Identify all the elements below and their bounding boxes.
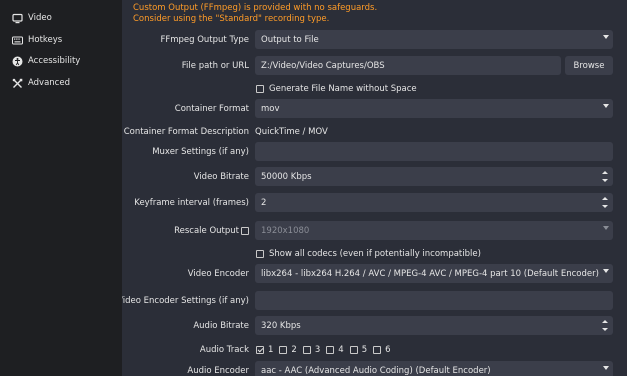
container-format-description-value: QuickTime / MOV [255, 127, 328, 137]
audio-track-2[interactable]: 2 [279, 345, 297, 355]
audio-track-5[interactable]: 5 [349, 345, 367, 355]
sidebar-item-label: Hotkeys [28, 35, 63, 45]
audio-track-6[interactable]: 6 [373, 345, 391, 355]
checkbox-box[interactable] [256, 85, 264, 93]
chevron-down-icon [603, 226, 609, 230]
chevron-down-icon [603, 366, 609, 370]
sidebar-item-advanced[interactable]: Advanced [12, 76, 70, 90]
keyboard-icon [12, 35, 23, 46]
sidebar-item-hotkeys[interactable]: Hotkeys [12, 33, 62, 47]
chevron-down-icon [603, 104, 609, 108]
video-encoder-select[interactable]: libx264 - libx264 H.264 / AVC / MPEG-4 A… [255, 264, 613, 283]
checkbox-box[interactable] [326, 346, 335, 354]
file-path-input[interactable]: Z:/Video/Video Captures/OBS [255, 56, 561, 75]
checkbox-box[interactable] [349, 346, 358, 354]
rescale-output-row: Rescale Output [174, 226, 249, 236]
audio-bitrate-spinbox[interactable]: 320 Kbps [255, 316, 613, 335]
video-bitrate-spinbox[interactable]: 50000 Kbps [255, 167, 613, 186]
wrench-screwdriver-icon [12, 78, 23, 89]
browse-button[interactable]: Browse [565, 56, 613, 75]
audio-track-3[interactable]: 3 [302, 345, 320, 355]
audio-track-label: Audio Track [199, 345, 249, 355]
audio-bitrate-label: Audio Bitrate [193, 321, 249, 331]
rescale-output-label: Rescale Output [174, 226, 239, 236]
keyframe-interval-spinbox[interactable]: 2 [255, 193, 613, 212]
sidebar-item-label: Video [28, 13, 52, 23]
checkbox-box[interactable] [256, 346, 264, 354]
video-bitrate-label: Video Bitrate [193, 172, 249, 182]
video-encoder-settings-label: Video Encoder Settings (if any) [122, 296, 249, 306]
audio-encoder-select[interactable]: aac - AAC (Advanced Audio Coding) (Defau… [255, 361, 613, 376]
audio-encoder-label: Audio Encoder [187, 366, 249, 376]
sidebar-item-accessibility[interactable]: Accessibility [12, 54, 80, 68]
settings-sidebar: Video Hotkeys Accessibility Advanced [0, 0, 122, 376]
container-format-label: Container Format [174, 104, 249, 114]
checkbox-box[interactable] [373, 346, 382, 354]
video-encoder-settings-input[interactable] [255, 291, 613, 310]
warning-text: Consider using the "Standard" recording … [133, 14, 330, 24]
monitor-icon [12, 13, 23, 24]
checkbox-box[interactable] [256, 250, 264, 258]
sidebar-item-label: Advanced [28, 78, 70, 88]
audio-track-1[interactable]: 1 [256, 345, 273, 355]
spin-arrows-icon[interactable] [601, 195, 610, 210]
muxer-settings-label: Muxer Settings (if any) [152, 147, 249, 157]
spin-arrows-icon[interactable] [601, 169, 610, 184]
keyframe-interval-label: Keyframe interval (frames) [134, 198, 249, 208]
container-format-select[interactable]: mov [255, 99, 613, 118]
checkbox-box[interactable] [279, 346, 288, 354]
ffmpeg-output-type-select[interactable]: Output to File [255, 30, 613, 49]
accessibility-icon [12, 56, 23, 67]
chevron-down-icon [603, 269, 609, 273]
show-all-codecs-checkbox[interactable]: Show all codecs (even if potentially inc… [256, 249, 481, 259]
ffmpeg-output-type-label: FFmpeg Output Type [160, 35, 249, 45]
video-encoder-label: Video Encoder [187, 269, 249, 279]
audio-track-4[interactable]: 4 [326, 345, 344, 355]
warning-text: Custom Output (FFmpeg) is provided with … [133, 3, 378, 13]
chevron-down-icon [603, 35, 609, 39]
spin-arrows-icon[interactable] [601, 318, 610, 333]
file-path-label: File path or URL [181, 61, 249, 71]
output-settings-panel: Custom Output (FFmpeg) is provided with … [122, 0, 627, 376]
sidebar-item-video[interactable]: Video [12, 11, 52, 25]
sidebar-item-label: Accessibility [28, 56, 81, 66]
rescale-output-select: 1920x1080 [255, 221, 613, 240]
container-format-description-label: Container Format Description [123, 127, 249, 137]
muxer-settings-input[interactable] [255, 142, 613, 161]
checkbox-box[interactable] [302, 346, 311, 354]
generate-name-checkbox[interactable]: Generate File Name without Space [256, 84, 417, 94]
rescale-output-checkbox[interactable] [241, 227, 249, 235]
audio-track-checkboxes: 1 2 3 4 5 6 [256, 345, 397, 355]
